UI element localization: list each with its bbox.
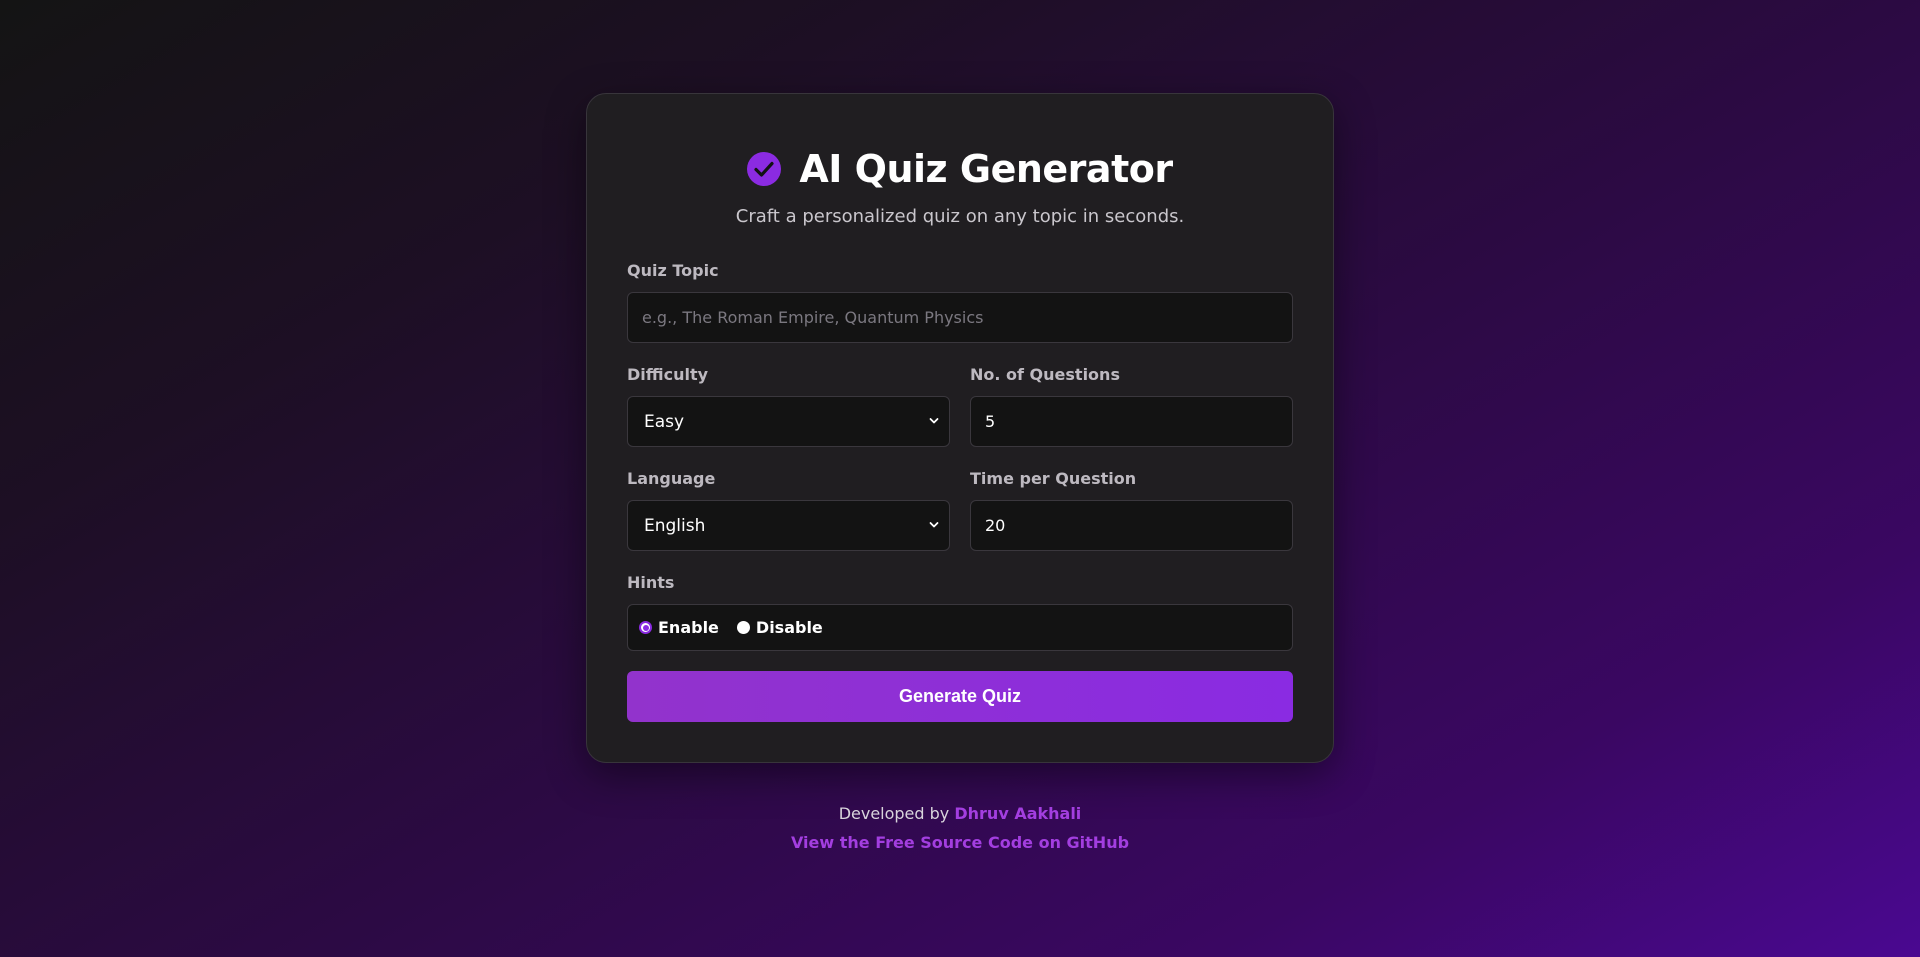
- difficulty-select-wrap: Easy: [627, 396, 950, 447]
- hints-disable-option[interactable]: Disable: [736, 618, 823, 637]
- hints-disable-label: Disable: [755, 618, 823, 637]
- quiz-generator-card: AI Quiz Generator Craft a personalized q…: [586, 93, 1334, 763]
- source-line: View the Free Source Code on GitHub: [0, 833, 1920, 852]
- github-source-link[interactable]: View the Free Source Code on GitHub: [791, 833, 1129, 852]
- difficulty-count-row: Difficulty Easy No. of Questions: [627, 365, 1293, 447]
- difficulty-select[interactable]: Easy: [627, 396, 950, 447]
- generate-quiz-button[interactable]: Generate Quiz: [627, 671, 1293, 722]
- language-value: English: [644, 515, 706, 536]
- language-time-row: Language English Time per Question: [627, 469, 1293, 551]
- num-questions-label: No. of Questions: [970, 365, 1120, 384]
- time-per-question-input[interactable]: [970, 500, 1293, 551]
- page-subtitle: Craft a personalized quiz on any topic i…: [735, 206, 1185, 227]
- credit-line: Developed by Dhruv Aakhali: [0, 804, 1920, 823]
- topic-input[interactable]: [627, 292, 1293, 343]
- hints-enable-option[interactable]: Enable: [639, 618, 719, 637]
- time-per-question-label: Time per Question: [970, 469, 1137, 488]
- difficulty-value: Easy: [644, 411, 685, 432]
- title-row: AI Quiz Generator: [627, 144, 1293, 194]
- hints-enable-label: Enable: [658, 618, 719, 637]
- language-select-wrap: English: [627, 500, 950, 551]
- author-link[interactable]: Dhruv Aakhali: [954, 804, 1081, 823]
- time-per-question-group: Time per Question: [970, 469, 1293, 551]
- check-circle-icon: [747, 152, 782, 186]
- num-questions-input[interactable]: [970, 396, 1293, 447]
- topic-label: Quiz Topic: [627, 261, 719, 280]
- language-label: Language: [627, 469, 716, 488]
- language-select[interactable]: English: [627, 500, 950, 551]
- hints-enable-radio[interactable]: [639, 621, 652, 634]
- hints-radio-group: Enable Disable: [627, 604, 1293, 651]
- hints-label: Hints: [627, 573, 675, 592]
- footer: Developed by Dhruv Aakhali View the Free…: [0, 804, 1920, 852]
- hints-group: Hints Enable Disable: [627, 573, 1293, 651]
- language-group: Language English: [627, 469, 950, 551]
- difficulty-label: Difficulty: [627, 365, 709, 384]
- developed-by-text: Developed by: [838, 804, 950, 823]
- hints-disable-radio[interactable]: [736, 621, 750, 634]
- topic-group: Quiz Topic: [627, 261, 1293, 343]
- num-questions-group: No. of Questions: [970, 365, 1293, 447]
- page-title: AI Quiz Generator: [799, 147, 1173, 191]
- difficulty-group: Difficulty Easy: [627, 365, 950, 447]
